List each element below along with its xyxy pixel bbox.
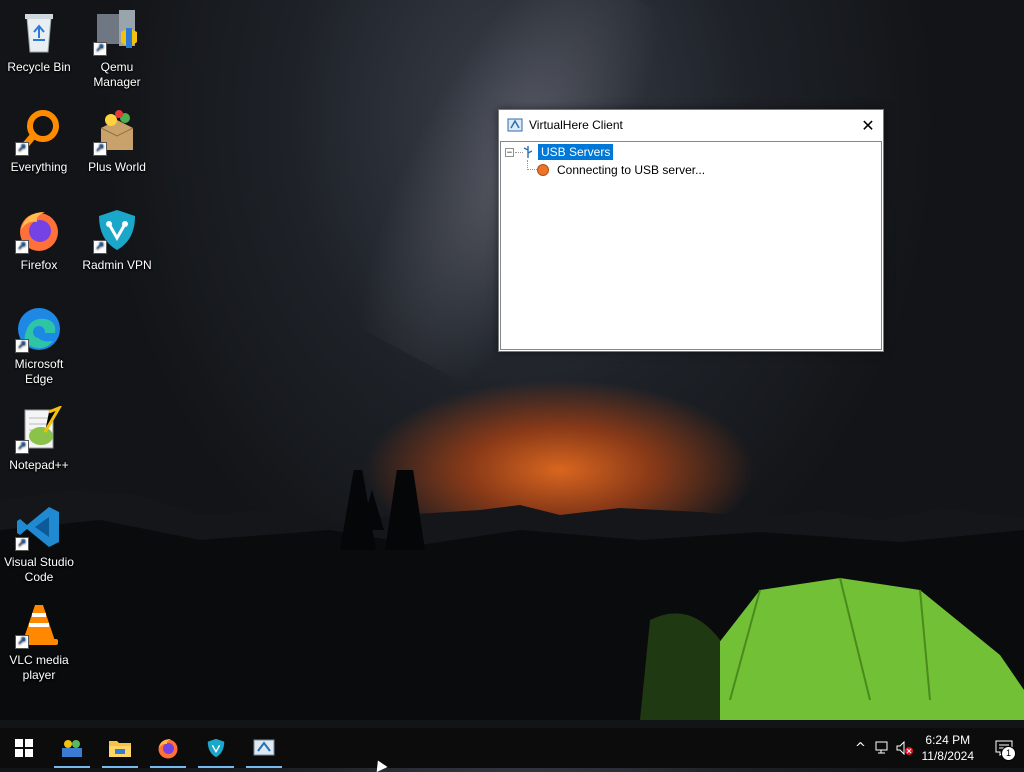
taskbar-app-virtualhere[interactable] [240,728,288,768]
everything-search-icon [15,108,63,156]
usb-server-tree[interactable]: − USB Servers Connecting to USB server..… [500,141,882,350]
desktop-icon-label: Notepad++ [0,458,78,473]
desktop-icon-qemu-manager[interactable]: Qemu Manager [78,8,156,90]
recycle-bin-icon [15,8,63,56]
virtualhere-window[interactable]: VirtualHere Client ✕ − USB Servers Conne… [498,109,884,352]
tree-node-connecting[interactable]: Connecting to USB server... [537,161,705,179]
window-title: VirtualHere Client [529,118,853,132]
show-hidden-icons-button[interactable]: ^ [850,728,872,768]
volume-muted-icon [896,741,914,755]
tree-connector [527,169,537,170]
desktop-icon-vlc[interactable]: VLC media player [0,601,78,683]
firefox-icon [156,736,180,760]
close-icon: ✕ [861,116,874,135]
usb-icon [522,145,534,159]
start-icon [15,739,33,757]
taskbar-app-network[interactable] [48,728,96,768]
desktop-icon-vscode[interactable]: Visual Studio Code [0,503,78,585]
desktop-icon-label: Qemu Manager [78,60,156,90]
plus-world-icon [93,108,141,156]
system-tray: ^ 6:24 PM 11/8/2024 1 [850,728,1024,768]
tree-node-usb-servers[interactable]: − USB Servers [505,143,613,161]
taskbar-app-firefox[interactable] [144,728,192,768]
notepadpp-icon [15,406,63,454]
virtualhere-icon [252,737,276,759]
desktop-icon-label: VLC media player [0,653,78,683]
taskbar: ^ 6:24 PM 11/8/2024 1 [0,728,1024,768]
desktop-icon-microsoft-edge[interactable]: Microsoft Edge [0,305,78,387]
desktop-icon-radmin-vpn[interactable]: Radmin VPN [78,206,156,273]
desktop-icon-notepadpp[interactable]: Notepad++ [0,406,78,473]
close-button[interactable]: ✕ [853,110,883,140]
start-button[interactable] [0,728,48,768]
desktop-icon-label: Microsoft Edge [0,357,78,387]
desktop-icon-firefox[interactable]: Firefox [0,206,78,273]
clock[interactable]: 6:24 PM 11/8/2024 [922,732,975,764]
qemu-manager-icon [93,8,141,56]
desktop-icon-label: Plus World [78,160,156,175]
firefox-icon [15,206,63,254]
virtualhere-app-icon [507,117,523,133]
desktop-icon-everything[interactable]: Everything [0,108,78,175]
clock-time: 6:24 PM [922,732,975,748]
desktop-icon-label: Everything [0,160,78,175]
desktop-icon-label: Radmin VPN [78,258,156,273]
action-center-button[interactable]: 1 [984,728,1024,768]
taskbar-app-file-explorer[interactable] [96,728,144,768]
desktop-icon-label: Recycle Bin [0,60,78,75]
volume-button[interactable] [894,728,916,768]
clock-date: 11/8/2024 [922,748,975,764]
window-titlebar[interactable]: VirtualHere Client ✕ [499,110,883,140]
wallpaper-landscape [0,470,1024,720]
tree-node-label: Connecting to USB server... [557,163,705,177]
status-dot-icon [537,164,549,176]
file-explorer-icon [108,738,132,758]
network-people-icon [60,736,84,760]
collapse-toggle[interactable]: − [505,148,514,157]
taskbar-app-radmin-vpn[interactable] [192,728,240,768]
radmin-vpn-icon [205,737,227,759]
notification-count-badge: 1 [1001,746,1016,761]
vscode-icon [15,503,63,551]
desktop-icon-recycle-bin[interactable]: Recycle Bin [0,8,78,75]
desktop-icon-plus-world[interactable]: Plus World [78,108,156,175]
network-status-button[interactable] [872,728,894,768]
edge-icon [15,305,63,353]
desktop-icon-label: Firefox [0,258,78,273]
vlc-icon [15,601,63,649]
tree-node-label: USB Servers [538,144,613,160]
radmin-vpn-icon [93,206,141,254]
network-icon [875,741,891,755]
desktop-icon-label: Visual Studio Code [0,555,78,585]
chevron-up-icon: ^ [855,741,866,756]
